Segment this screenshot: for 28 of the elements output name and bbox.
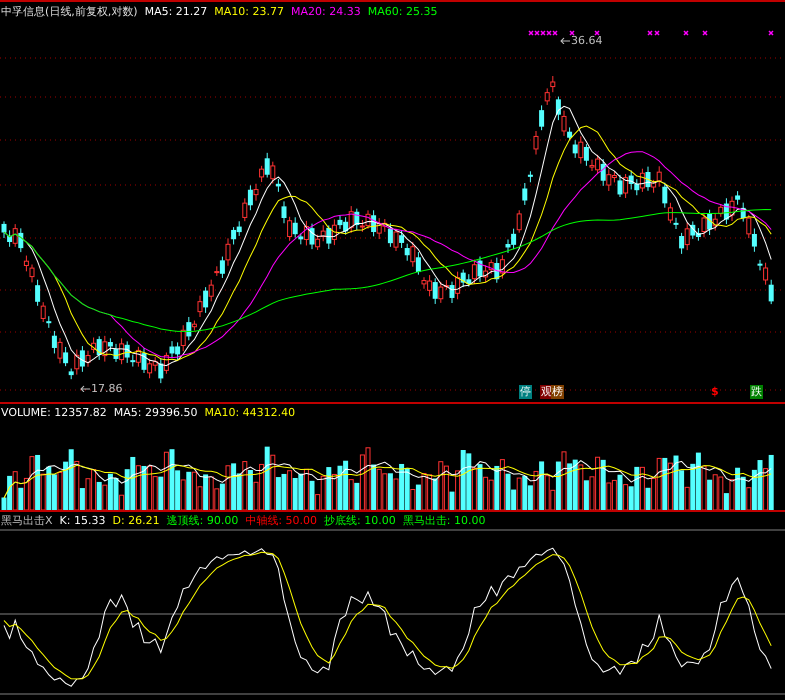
- volume-value: MA10: 44312.40: [204, 406, 296, 418]
- cross-marker: [768, 30, 774, 36]
- cross-marker: [594, 30, 600, 36]
- moving-average-value: MA60: 25.35: [368, 4, 438, 18]
- signal-badge: 停: [519, 385, 532, 399]
- high-price-label: 36.64: [571, 34, 602, 47]
- signal-badge: 榜: [551, 385, 564, 399]
- cross-marker: [683, 30, 689, 36]
- indicator-value: 逃顶线: 90.00: [166, 512, 238, 528]
- cross-marker: [702, 30, 708, 36]
- low-price-label: 17.86: [91, 382, 122, 395]
- moving-average-value: MA10: 23.77: [214, 4, 284, 18]
- signal-badge: 跌: [750, 385, 763, 399]
- indicator-value: D: 26.21: [112, 514, 160, 526]
- moving-average-value: MA5: 21.27: [144, 4, 208, 18]
- indicator-value: 中轴线: 50.00: [245, 512, 318, 528]
- signal-symbol: $: [710, 385, 720, 399]
- indicator-value: K: 15.33: [60, 514, 106, 526]
- indicator-value: 抄底线: 10.00: [324, 512, 396, 528]
- arrow-icon: [560, 37, 570, 44]
- volume-value: VOLUME: 12357.82: [1, 406, 107, 418]
- indicator-value: 黑马出击X: [1, 512, 53, 528]
- arrow-icon: [80, 385, 90, 392]
- indicator-value: 黑马出击: 10.00: [402, 512, 486, 528]
- cross-marker: [569, 30, 575, 36]
- stock-title: 中孚信息(日线,前复权,对数): [1, 4, 138, 18]
- moving-average-value: MA20: 24.33: [291, 4, 361, 18]
- volume-value: MA5: 29396.50: [114, 406, 198, 418]
